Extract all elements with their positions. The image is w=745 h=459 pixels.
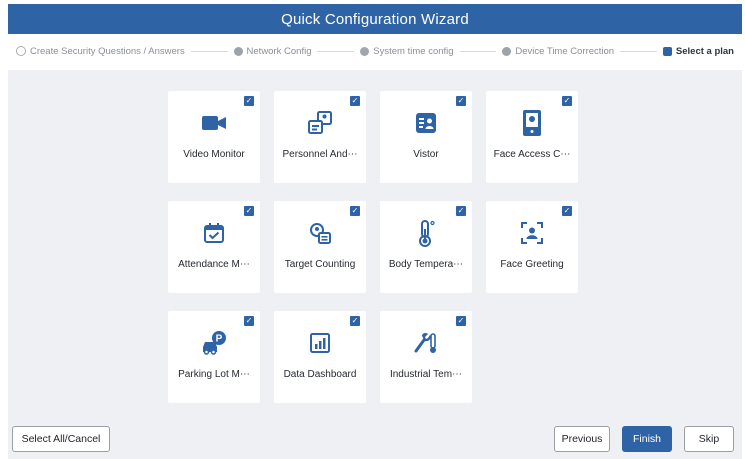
plan-label: Face Greeting [500,259,564,270]
checkbox-checked-icon[interactable]: ✓ [456,316,466,326]
plan-tile-face-access[interactable]: ✓ Face Access C⋯ [486,91,578,183]
shield-outline-icon [16,46,26,56]
gear-icon [233,46,243,56]
checkbox-checked-icon[interactable]: ✓ [350,96,360,106]
select-all-cancel-button[interactable]: Select All/Cancel [12,426,110,452]
plan-tile-target-counting[interactable]: ✓ Target Counting [274,201,366,293]
plan-label: Personnel And⋯ [282,149,358,160]
plan-tile-data-dashboard[interactable]: ✓ Data Dashboard [274,311,366,403]
checkbox-checked-icon[interactable]: ✓ [456,96,466,106]
checkbox-checked-icon[interactable]: ✓ [562,96,572,106]
checkbox-checked-icon[interactable]: ✓ [456,206,466,216]
wizard-title: Quick Configuration Wizard [281,10,469,28]
face-access-icon [523,110,541,136]
plan-label: Data Dashboard [283,369,357,380]
checkbox-checked-icon[interactable]: ✓ [350,316,360,326]
checkbox-checked-icon[interactable]: ✓ [244,316,254,326]
step-system-time[interactable]: System time config [360,45,454,57]
plan-label: Target Counting [284,259,356,270]
skip-button[interactable]: Skip [684,426,734,452]
gear-icon [502,46,512,56]
finish-button[interactable]: Finish [622,426,672,452]
chart-dashboard-icon [310,333,330,353]
plan-tile-personnel[interactable]: ✓ Personnel And⋯ [274,91,366,183]
plan-tile-video-monitor[interactable]: ✓ Video Monitor [168,91,260,183]
plan-tile-parking-lot[interactable]: ✓ P Parking Lot M⋯ [168,311,260,403]
visitor-card-icon [416,113,436,133]
thermometer-icon [419,220,435,247]
plan-tile-face-greeting[interactable]: ✓ Face Greeting [486,201,578,293]
svg-text:P: P [216,334,223,345]
plan-label: Vistor [413,149,439,160]
plan-label: Body Tempera⋯ [388,259,464,270]
parking-icon: P [203,331,226,355]
checkbox-checked-icon[interactable]: ✓ [350,206,360,216]
plan-label: Attendance M⋯ [178,259,250,270]
plan-label: Face Access C⋯ [493,149,571,160]
step-device-time-correction[interactable]: Device Time Correction [502,46,614,57]
plan-tile-industrial-temperature[interactable]: ✓ Industrial Tem⋯ [380,311,472,403]
step-divider [190,50,228,52]
step-label: Create Security Questions / Answers [30,45,185,57]
plan-tile-body-temperature[interactable]: ✓ Body Tempera⋯ [380,201,472,293]
step-label: System time config [373,45,454,57]
personnel-icon [308,111,332,134]
industrial-temp-icon [414,332,436,353]
step-label: Network Config [246,45,312,57]
plan-icon [662,46,672,56]
video-camera-icon [202,116,226,130]
plan-label: Video Monitor [183,149,245,160]
step-network-config[interactable]: Network Config [233,45,312,57]
step-security-questions[interactable]: Create Security Questions / Answers [16,46,185,57]
step-divider [620,50,657,52]
target-counting-icon [310,223,331,244]
wizard-steps: Create Security Questions / Answers Netw… [8,36,742,66]
checkbox-checked-icon[interactable]: ✓ [244,206,254,216]
previous-button[interactable]: Previous [554,426,610,452]
plan-grid: ✓ Video Monitor ✓ Personnel And⋯ ✓ Visto… [8,70,742,418]
plan-label: Parking Lot M⋯ [178,369,250,380]
checkbox-checked-icon[interactable]: ✓ [244,96,254,106]
plan-tile-attendance[interactable]: ✓ Attendance M⋯ [168,201,260,293]
step-select-plan[interactable]: Select a plan [662,45,734,57]
step-label: Select a plan [675,45,734,57]
calendar-check-icon [204,223,224,243]
clock-icon [360,46,370,56]
step-divider [459,50,497,52]
face-scan-icon [521,222,543,244]
step-divider [317,50,355,52]
step-label: Device Time Correction [515,45,615,57]
plan-label: Industrial Tem⋯ [389,369,463,380]
wizard-footer: Select All/Cancel Previous Finish Skip [8,418,742,459]
plan-tile-visitor[interactable]: ✓ Vistor [380,91,472,183]
checkbox-checked-icon[interactable]: ✓ [562,206,572,216]
wizard-title-bar: Quick Configuration Wizard [8,4,742,34]
